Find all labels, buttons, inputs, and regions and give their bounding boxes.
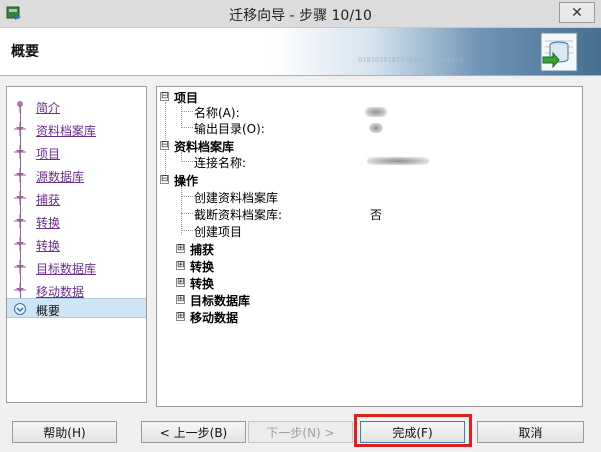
- nav-step-label: 源数据库: [36, 170, 85, 184]
- tree-connector: [181, 230, 193, 231]
- step-node-icon: [14, 191, 26, 205]
- nav-step-capture[interactable]: 捕获: [7, 188, 146, 208]
- binary-decoration: 0101010101010101010101010: [358, 56, 464, 64]
- back-button[interactable]: < 上一步(B): [141, 421, 246, 443]
- tree-leaf-output-dir: 输出目录(O):: [194, 120, 265, 136]
- collapse-icon[interactable]: ⊟: [160, 175, 169, 184]
- nav-step-source-db[interactable]: 源数据库: [7, 165, 146, 185]
- wizard-steps-nav: 简介 资料档案库 项目 源数据库 捕获 转换 转换 目标数据库 移动数据 概要: [6, 86, 147, 403]
- nav-step-summary[interactable]: 概要: [7, 298, 146, 318]
- redacted-value: [367, 157, 429, 165]
- current-step-icon: [14, 303, 26, 315]
- step-node-icon: [17, 101, 23, 113]
- step-node-icon: [14, 122, 26, 136]
- nav-step-label: 转换: [36, 216, 61, 230]
- redacted-value: [369, 123, 383, 133]
- nav-step-label: 项目: [36, 147, 61, 161]
- create-project-label: 创建项目: [194, 225, 243, 239]
- tree-connector: [181, 213, 193, 214]
- truncate-repo-label: 截断资料档案库:: [194, 208, 283, 222]
- window-title: 迁移向导 - 步骤 10/10: [229, 8, 372, 24]
- output-dir-label: 输出目录(O):: [194, 122, 265, 136]
- step-node-icon: [14, 260, 26, 274]
- collapse-icon[interactable]: ⊟: [160, 141, 169, 150]
- tree-node-label: 转换: [190, 260, 215, 274]
- tree-leaf-truncate-repo: 截断资料档案库:: [194, 206, 282, 222]
- cancel-button[interactable]: 取消: [477, 421, 584, 443]
- nav-step-label: 捕获: [36, 193, 61, 207]
- nav-step-label: 概要: [36, 304, 61, 318]
- expand-icon[interactable]: ⊞: [176, 261, 185, 270]
- truncate-repo-value: 否: [370, 208, 383, 222]
- connection-name-label: 连接名称:: [194, 156, 247, 170]
- nav-step-move-data[interactable]: 移动数据: [7, 280, 146, 300]
- close-button[interactable]: ✕: [559, 2, 595, 23]
- tree-connector: [181, 111, 193, 112]
- name-label: 名称(A):: [194, 106, 240, 120]
- nav-step-label: 简介: [36, 101, 61, 115]
- nav-step-label: 目标数据库: [36, 262, 97, 276]
- tree-node-label: 转换: [190, 277, 215, 291]
- nav-step-repository[interactable]: 资料档案库: [7, 119, 146, 139]
- help-button[interactable]: 帮助(H): [12, 421, 117, 443]
- header-banner: 概要 0101010101010101010101010: [0, 28, 601, 76]
- close-icon: ✕: [571, 4, 583, 21]
- page-title: 概要: [11, 44, 39, 60]
- collapse-icon[interactable]: ⊟: [160, 92, 169, 101]
- create-repo-label: 创建资料档案库: [194, 191, 279, 205]
- nav-step-target-db[interactable]: 目标数据库: [7, 257, 146, 277]
- expand-icon[interactable]: ⊞: [176, 312, 185, 321]
- summary-tree: ⊟ 项目 名称(A): 输出目录(O): ⊟ 资料档案库 连接名称: ⊟ 操作 …: [156, 86, 583, 407]
- nav-step-intro[interactable]: 简介: [7, 96, 146, 116]
- step-node-icon: [14, 237, 26, 251]
- title-bar: 迁移向导 - 步骤 10/10 ✕: [0, 0, 601, 28]
- tree-leaf-create-project: 创建项目: [194, 223, 242, 239]
- expand-icon[interactable]: ⊞: [176, 278, 185, 287]
- nav-step-label: 资料档案库: [36, 124, 97, 138]
- step-node-icon: [14, 214, 26, 228]
- step-node-icon: [14, 145, 26, 159]
- migration-wizard-window: 迁移向导 - 步骤 10/10 ✕ 概要 0101010101010101010…: [0, 0, 601, 452]
- tree-node-label: 操作: [174, 174, 199, 188]
- tree-node-label: 目标数据库: [190, 294, 251, 308]
- nav-step-project[interactable]: 项目: [7, 142, 146, 162]
- tree-node-label: 移动数据: [190, 311, 239, 325]
- nav-step-label: 转换: [36, 239, 61, 253]
- tree-leaf-connection: 连接名称:: [194, 154, 246, 170]
- database-migration-icon: [540, 32, 578, 72]
- tree-node-label: 捕获: [190, 243, 215, 257]
- expand-icon[interactable]: ⊞: [176, 244, 185, 253]
- step-node-icon: [14, 168, 26, 182]
- tree-leaf-create-repo: 创建资料档案库: [194, 189, 278, 205]
- nav-step-convert-1[interactable]: 转换: [7, 211, 146, 231]
- nav-step-convert-2[interactable]: 转换: [7, 234, 146, 254]
- step-node-icon: [14, 283, 26, 292]
- expand-icon[interactable]: ⊞: [176, 295, 185, 304]
- tree-connector: [165, 102, 166, 176]
- finish-highlight-box: [354, 414, 472, 447]
- redacted-value: [365, 107, 387, 117]
- tree-node-label: 资料档案库: [174, 140, 235, 154]
- tree-leaf-name: 名称(A):: [194, 104, 240, 120]
- tree-connector: [181, 127, 193, 128]
- tree-connector: [181, 186, 182, 235]
- tree-connector: [181, 196, 193, 197]
- next-button[interactable]: 下一步(N) >: [248, 421, 353, 443]
- tree-connector: [181, 161, 193, 162]
